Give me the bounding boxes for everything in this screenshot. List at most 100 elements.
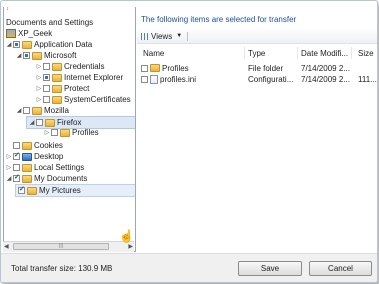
expand-arrow-icon[interactable]: ▷	[36, 63, 42, 70]
tree-checkbox[interactable]	[13, 173, 20, 182]
tree-item-label: My Pictures	[39, 186, 81, 195]
row-name: profiles.ini	[160, 74, 197, 84]
footer-bar: Total transfer size: 130.9 MB Save Cance…	[1, 253, 377, 282]
row-size: 111...	[358, 75, 377, 84]
collapse-arrow-icon[interactable]: ◢	[6, 41, 12, 48]
total-transfer-size: Total transfer size: 130.9 MB	[11, 264, 113, 273]
folder-icon	[22, 141, 32, 150]
tree-checkbox[interactable]	[43, 96, 50, 103]
tree-checkbox[interactable]	[36, 119, 43, 126]
tree-checkbox[interactable]	[51, 129, 58, 136]
tree-item-label: My Documents	[34, 174, 88, 183]
scroll-left-icon[interactable]: ◀	[4, 243, 9, 250]
tree-item-my-pictures[interactable]: My Pictures	[15, 184, 135, 197]
views-button[interactable]: Views ▼	[141, 31, 182, 41]
user-folder-icon	[6, 29, 16, 38]
tree-checkbox[interactable]	[13, 142, 20, 149]
tree-item-microsoft[interactable]: ◢ Microsoft	[16, 50, 77, 61]
collapse-arrow-icon[interactable]: ◢	[16, 52, 22, 59]
row-checkbox[interactable]	[141, 75, 148, 83]
tree-checkbox[interactable]	[43, 63, 50, 70]
tree-item-cookies[interactable]: Cookies	[6, 140, 63, 151]
tree-item-systemcertificates[interactable]: ▷ SystemCertificates	[36, 94, 131, 105]
tree-item-label: Cookies	[34, 141, 63, 150]
column-header-size[interactable]: Size	[358, 49, 374, 58]
tree-item-protect[interactable]: ▷ Protect	[36, 83, 90, 94]
tree-checkbox[interactable]	[43, 74, 50, 81]
desktop-folder-icon	[22, 152, 32, 161]
column-divider[interactable]	[297, 47, 298, 59]
tree-horizontal-scrollbar[interactable]: ◀ ||| ▶	[3, 241, 134, 252]
folder-icon	[52, 95, 62, 104]
table-row[interactable]: profiles.ini	[141, 74, 196, 84]
tree-checkbox[interactable]	[13, 151, 20, 160]
folder-icon	[27, 186, 37, 195]
folder-icon	[150, 64, 160, 72]
expand-arrow-icon[interactable]: ▷	[36, 85, 42, 92]
row-checkbox[interactable]	[141, 64, 148, 72]
tree-item-mozilla[interactable]: ◢ Mozilla	[16, 105, 69, 116]
scroll-right-icon[interactable]: ▶	[128, 243, 133, 250]
tree-item-label: Credentials	[64, 62, 105, 71]
tree-item-application-data[interactable]: ◢ Application Data	[6, 39, 93, 50]
tree-item-label: Application Data	[34, 40, 93, 49]
tree-item-desktop[interactable]: ▷ Desktop	[6, 151, 64, 162]
row-name: Profiles	[162, 63, 189, 73]
collapse-arrow-icon[interactable]: ◢	[16, 107, 22, 114]
folder-icon	[22, 163, 32, 172]
folder-icon	[60, 128, 70, 137]
expand-arrow-icon[interactable]: ▷	[44, 129, 50, 136]
transfer-window: ↕ Documents and Settings XP_Geek ◢ Appli…	[0, 0, 378, 283]
column-divider[interactable]	[351, 47, 352, 59]
collapse-arrow-icon[interactable]: ◢	[6, 175, 12, 182]
folder-icon	[22, 40, 32, 49]
folder-tree[interactable]: ↕ Documents and Settings XP_Geek ◢ Appli…	[3, 7, 136, 252]
tree-item-label: Microsoft	[44, 51, 77, 60]
tree-checkbox[interactable]	[23, 107, 30, 114]
folder-icon	[52, 84, 62, 93]
column-header-name[interactable]: Name	[143, 49, 164, 58]
tree-item-credentials[interactable]: ▷ Credentials	[36, 61, 105, 72]
tree-item-internet-explorer[interactable]: ▷ Internet Explorer	[36, 72, 123, 83]
scroll-thumb-grip: |||	[59, 243, 63, 249]
row-type: Configurati...	[248, 75, 294, 84]
tree-item-label: Local Settings	[34, 163, 85, 172]
folder-icon	[22, 174, 32, 183]
tree-checkbox[interactable]	[13, 164, 20, 171]
tree-item-xp-geek[interactable]: XP_Geek	[6, 28, 52, 39]
chevron-down-icon: ▼	[176, 33, 183, 39]
table-row[interactable]: Profiles	[141, 63, 189, 73]
folder-icon	[52, 73, 62, 82]
save-button[interactable]: Save	[238, 261, 302, 276]
views-icon	[141, 32, 148, 40]
tree-checkbox[interactable]	[18, 185, 25, 194]
tree-item-label: XP_Geek	[18, 29, 53, 38]
scroll-thumb[interactable]: |||	[13, 243, 109, 250]
toolbar-separator	[187, 32, 188, 41]
tree-item-label: Profiles	[72, 128, 99, 137]
tree-item-label: Firefox	[57, 118, 82, 127]
transfer-heading: The following items are selected for tra…	[141, 15, 297, 24]
tree-item-label: Mozilla	[44, 106, 69, 115]
expand-arrow-icon[interactable]: ▷	[6, 153, 12, 160]
expand-arrow-icon[interactable]: ▷	[6, 164, 12, 171]
column-divider[interactable]	[244, 47, 245, 59]
collapse-arrow-icon[interactable]: ◢	[29, 119, 35, 126]
tree-item-profiles[interactable]: ▷ Profiles	[44, 127, 99, 138]
expand-arrow-icon[interactable]: ▷	[36, 96, 42, 103]
folder-icon	[52, 62, 62, 71]
tree-item-documents-settings[interactable]: Documents and Settings	[6, 17, 93, 28]
cancel-button[interactable]: Cancel	[309, 261, 372, 276]
tree-item-local-settings[interactable]: ▷ Local Settings	[6, 162, 85, 173]
tree-item-my-documents[interactable]: ◢ My Documents	[6, 173, 88, 184]
tree-checkbox[interactable]	[23, 52, 30, 59]
folder-icon	[32, 51, 42, 60]
row-date: 7/14/2009 2...	[301, 64, 350, 73]
tree-item-label: Internet Explorer	[64, 73, 124, 82]
column-header-date[interactable]: Date Modifi...	[301, 49, 348, 58]
expand-arrow-icon[interactable]: ▷	[36, 74, 42, 81]
row-type: File folder	[248, 64, 284, 73]
tree-checkbox[interactable]	[13, 41, 20, 48]
column-header-type[interactable]: Type	[248, 49, 265, 58]
tree-checkbox[interactable]	[43, 85, 50, 92]
